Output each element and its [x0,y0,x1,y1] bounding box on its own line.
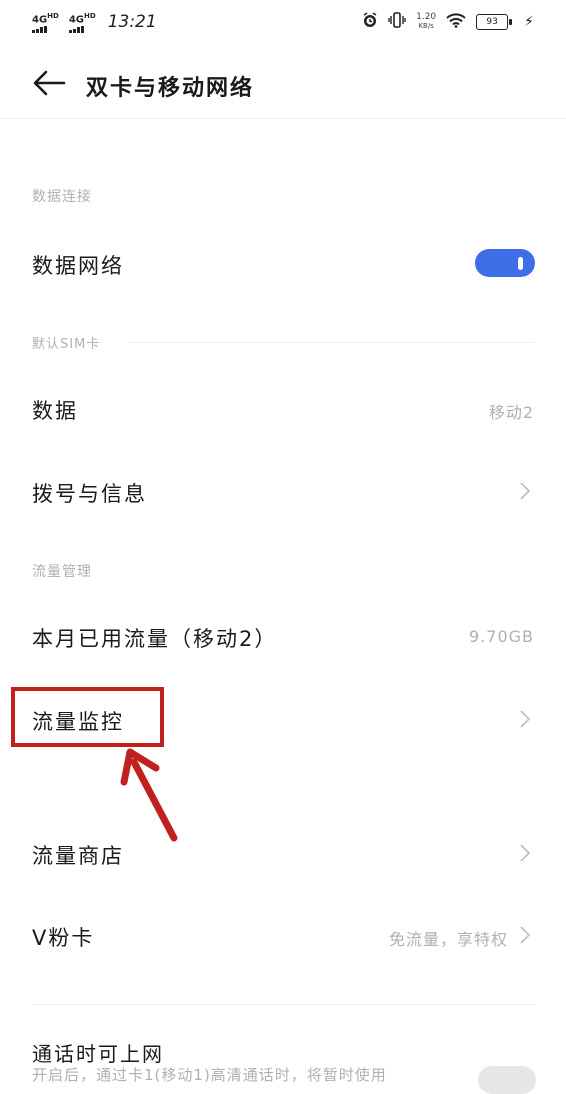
monthly-usage-label: 本月已用流量（移动2） [32,627,278,651]
page-title: 双卡与移动网络 [86,76,255,101]
call-internet-toggle[interactable] [478,1066,536,1094]
signal-2-icon: 4GHD [63,11,96,33]
section-divider [128,342,534,343]
monthly-usage-value: 9.70GB [469,627,534,646]
call-internet-label: 通话时可上网 [32,1042,164,1066]
chevron-right-icon [520,710,530,728]
status-bar: 4GHD 4GHD 13:21 1.20 KB/s 93 ⚡ [0,0,566,44]
data-sim-label: 数据 [32,399,78,423]
wifi-icon [446,12,466,32]
annotation-arrow-icon [120,748,180,847]
vfan-card-value: 免流量，享特权 [388,930,508,949]
call-sms-label: 拨号与信息 [32,482,147,506]
chevron-right-icon [520,844,530,862]
battery-icon: 93 [476,14,513,30]
charging-icon: ⚡ [524,14,534,30]
vfan-card-label: V粉卡 [32,926,95,950]
status-time: 13:21 [107,12,157,32]
chevron-right-icon [520,926,530,944]
data-sim-value: 移动2 [488,403,534,422]
vibrate-icon [388,12,406,32]
header: 双卡与移动网络 [0,44,566,119]
mobile-data-label: 数据网络 [32,254,124,278]
section-label-default-sim: 默认SIM卡 [32,337,101,352]
network-speed: 1.20 KB/s [416,12,437,31]
mobile-data-toggle[interactable] [475,249,535,277]
back-arrow-icon[interactable] [32,70,66,96]
section-label-data-connection: 数据连接 [32,189,92,205]
alarm-icon [362,12,378,32]
section-label-traffic: 流量管理 [32,564,92,580]
section-divider [32,1004,534,1005]
toggle-knob [518,257,523,270]
signal-1-icon: 4GHD [26,11,59,33]
traffic-store-label: 流量商店 [32,844,124,868]
highlight-box [11,687,164,747]
chevron-right-icon [520,482,530,500]
call-internet-description: 开启后，通过卡1(移动1)高清通话时，将暂时使用 [32,1066,387,1084]
